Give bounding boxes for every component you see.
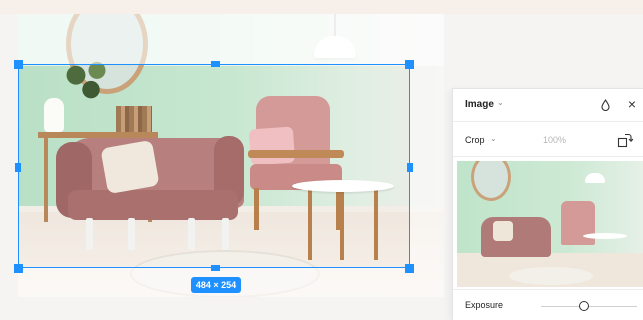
- crop-frame[interactable]: [18, 64, 410, 268]
- drop-icon[interactable]: [601, 99, 610, 111]
- panel-header: Image ⌄ ×: [453, 89, 643, 122]
- panel-title[interactable]: Image: [465, 99, 494, 110]
- rotate-crop-icon[interactable]: [617, 132, 633, 148]
- exposure-row: Exposure: [453, 289, 643, 320]
- crop-mask-right: [410, 64, 444, 268]
- crop-dimensions-badge: 484 × 254: [191, 277, 241, 293]
- top-strip: [0, 0, 643, 14]
- preview-table: [583, 233, 627, 239]
- chevron-down-icon[interactable]: ⌄: [497, 98, 504, 107]
- preview-rug: [509, 267, 593, 285]
- chevron-down-icon[interactable]: ⌄: [490, 134, 497, 143]
- image-panel: Image ⌄ × Crop ⌄ 100% Exposure: [452, 88, 643, 320]
- crop-handle-bottom-left[interactable]: [14, 264, 23, 273]
- crop-handle-left[interactable]: [15, 163, 21, 172]
- crop-handle-bottom[interactable]: [211, 265, 220, 271]
- crop-row: Crop ⌄ 100%: [453, 123, 643, 157]
- preview-sofa: [481, 217, 551, 257]
- crop-handle-top-left[interactable]: [14, 60, 23, 69]
- exposure-slider-thumb[interactable]: [579, 301, 590, 311]
- preview-lamp: [585, 173, 605, 183]
- crop-handle-right[interactable]: [407, 163, 413, 172]
- crop-handle-top-right[interactable]: [405, 60, 414, 69]
- zoom-value: 100%: [543, 135, 567, 145]
- crop-mode-label[interactable]: Crop: [465, 135, 485, 145]
- close-icon[interactable]: ×: [625, 97, 639, 111]
- crop-mask-top: [18, 14, 444, 64]
- exposure-slider-track[interactable]: [541, 306, 637, 307]
- exposure-label: Exposure: [465, 300, 504, 310]
- crop-handle-bottom-right[interactable]: [405, 264, 414, 273]
- preview-pillow: [493, 221, 513, 241]
- crop-handle-top[interactable]: [211, 61, 220, 67]
- image-preview: [457, 161, 643, 287]
- preview-armchair: [561, 201, 595, 245]
